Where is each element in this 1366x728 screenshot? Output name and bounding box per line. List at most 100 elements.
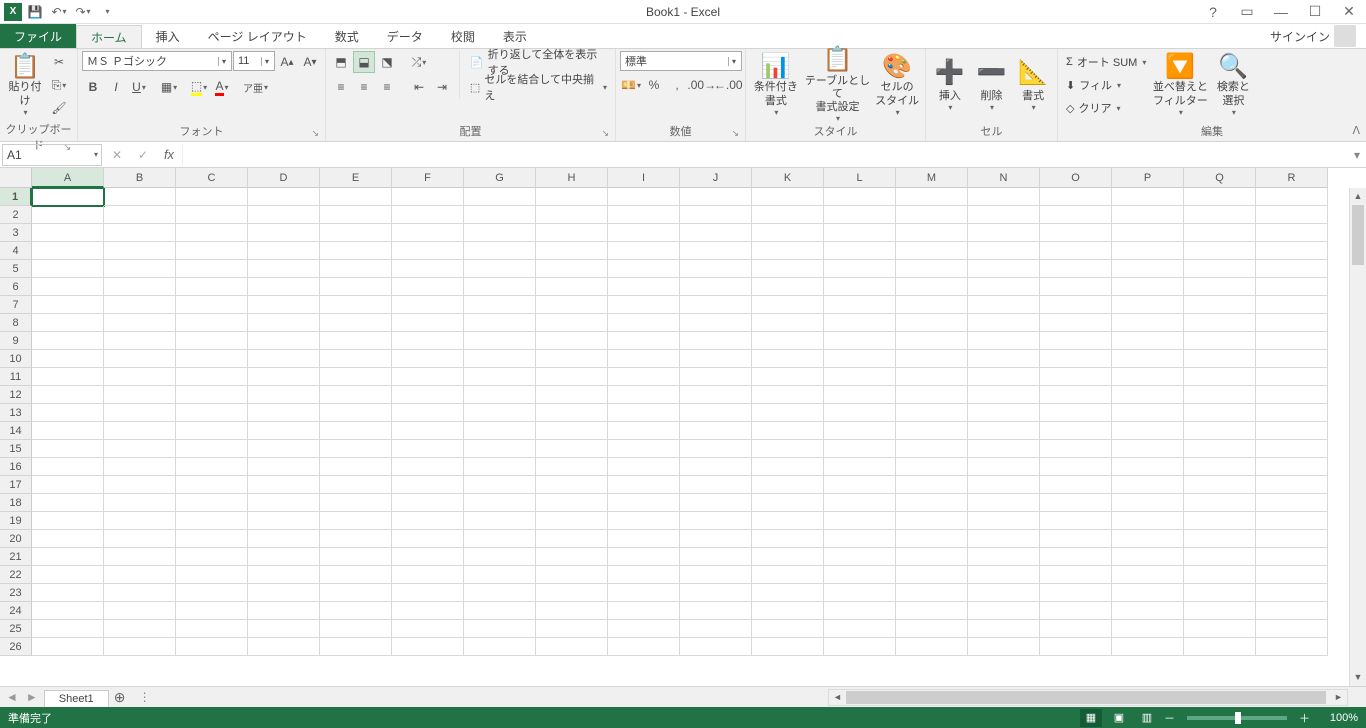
- cell[interactable]: [464, 242, 536, 260]
- cell[interactable]: [392, 638, 464, 656]
- cell[interactable]: [392, 386, 464, 404]
- cell[interactable]: [248, 566, 320, 584]
- cell[interactable]: [1040, 332, 1112, 350]
- row-header[interactable]: 24: [0, 602, 32, 620]
- cell[interactable]: [536, 584, 608, 602]
- cell[interactable]: [392, 602, 464, 620]
- cell[interactable]: [32, 314, 104, 332]
- format-cells-button[interactable]: 📐書式▾: [1013, 51, 1053, 117]
- cell[interactable]: [248, 332, 320, 350]
- cell[interactable]: [536, 206, 608, 224]
- cell[interactable]: [1184, 386, 1256, 404]
- column-header[interactable]: M: [896, 168, 968, 188]
- cell[interactable]: [464, 224, 536, 242]
- row-header[interactable]: 8: [0, 314, 32, 332]
- cell[interactable]: [1184, 494, 1256, 512]
- cell[interactable]: [32, 188, 104, 206]
- cell[interactable]: [536, 350, 608, 368]
- cell[interactable]: [32, 494, 104, 512]
- cell[interactable]: [1112, 278, 1184, 296]
- align-bottom-icon[interactable]: ⬔: [376, 51, 398, 73]
- cell[interactable]: [32, 512, 104, 530]
- cell[interactable]: [824, 332, 896, 350]
- cell[interactable]: [1040, 494, 1112, 512]
- cell[interactable]: [536, 296, 608, 314]
- autosum-button[interactable]: Σオート SUM▾: [1062, 51, 1150, 73]
- cell[interactable]: [320, 638, 392, 656]
- cell[interactable]: [176, 260, 248, 278]
- cell[interactable]: [680, 260, 752, 278]
- cell[interactable]: [320, 512, 392, 530]
- cell[interactable]: [968, 602, 1040, 620]
- cell[interactable]: [824, 548, 896, 566]
- cell[interactable]: [176, 386, 248, 404]
- cell[interactable]: [968, 530, 1040, 548]
- cell[interactable]: [464, 278, 536, 296]
- cell[interactable]: [392, 494, 464, 512]
- cell[interactable]: [752, 206, 824, 224]
- cell[interactable]: [536, 458, 608, 476]
- cell[interactable]: [1184, 350, 1256, 368]
- cell[interactable]: [1184, 404, 1256, 422]
- cell[interactable]: [1040, 512, 1112, 530]
- cell[interactable]: [680, 206, 752, 224]
- cell[interactable]: [896, 188, 968, 206]
- cell[interactable]: [824, 422, 896, 440]
- sort-filter-button[interactable]: 🔽並べ替えと フィルター▾: [1152, 51, 1208, 117]
- tab-split-icon[interactable]: ⋮: [131, 690, 159, 704]
- cell[interactable]: [464, 548, 536, 566]
- tab-formulas[interactable]: 数式: [321, 24, 373, 48]
- cell[interactable]: [1040, 206, 1112, 224]
- cell[interactable]: [32, 638, 104, 656]
- cell[interactable]: [824, 278, 896, 296]
- cell[interactable]: [32, 440, 104, 458]
- cell[interactable]: [1256, 584, 1328, 602]
- cell[interactable]: [104, 296, 176, 314]
- cell[interactable]: [32, 350, 104, 368]
- cell[interactable]: [248, 548, 320, 566]
- cell[interactable]: [1040, 422, 1112, 440]
- cell[interactable]: [176, 512, 248, 530]
- cell[interactable]: [608, 386, 680, 404]
- insert-cells-button[interactable]: ➕挿入▾: [930, 51, 970, 117]
- cell[interactable]: [320, 584, 392, 602]
- cell[interactable]: [320, 188, 392, 206]
- cell[interactable]: [536, 548, 608, 566]
- cell[interactable]: [104, 260, 176, 278]
- cell[interactable]: [608, 296, 680, 314]
- cell[interactable]: [680, 404, 752, 422]
- row-header[interactable]: 2: [0, 206, 32, 224]
- cell[interactable]: [104, 620, 176, 638]
- row-header[interactable]: 18: [0, 494, 32, 512]
- cell[interactable]: [608, 494, 680, 512]
- cell[interactable]: [320, 296, 392, 314]
- row-header[interactable]: 12: [0, 386, 32, 404]
- cell[interactable]: [752, 458, 824, 476]
- cell[interactable]: [464, 422, 536, 440]
- font-name-combo[interactable]: ＭＳ Ｐゴシック▾: [82, 51, 232, 71]
- cell[interactable]: [176, 548, 248, 566]
- cell[interactable]: [608, 242, 680, 260]
- cell[interactable]: [680, 476, 752, 494]
- cell[interactable]: [248, 206, 320, 224]
- find-select-button[interactable]: 🔍検索と 選択▾: [1210, 51, 1256, 117]
- cell[interactable]: [320, 314, 392, 332]
- cell[interactable]: [104, 332, 176, 350]
- page-layout-view-icon[interactable]: ▣: [1108, 709, 1130, 727]
- cell[interactable]: [824, 440, 896, 458]
- scroll-up-icon[interactable]: ▲: [1350, 188, 1366, 205]
- clear-button[interactable]: ◇クリア▾: [1062, 97, 1150, 119]
- cell[interactable]: [536, 620, 608, 638]
- cell[interactable]: [176, 530, 248, 548]
- cell[interactable]: [104, 584, 176, 602]
- cell[interactable]: [608, 440, 680, 458]
- cell[interactable]: [608, 404, 680, 422]
- cell[interactable]: [104, 458, 176, 476]
- cell[interactable]: [248, 188, 320, 206]
- cell[interactable]: [32, 386, 104, 404]
- cell[interactable]: [320, 422, 392, 440]
- cell[interactable]: [1256, 404, 1328, 422]
- cell[interactable]: [248, 314, 320, 332]
- paste-button[interactable]: 📋 貼り付け▾: [4, 51, 46, 117]
- cell[interactable]: [32, 530, 104, 548]
